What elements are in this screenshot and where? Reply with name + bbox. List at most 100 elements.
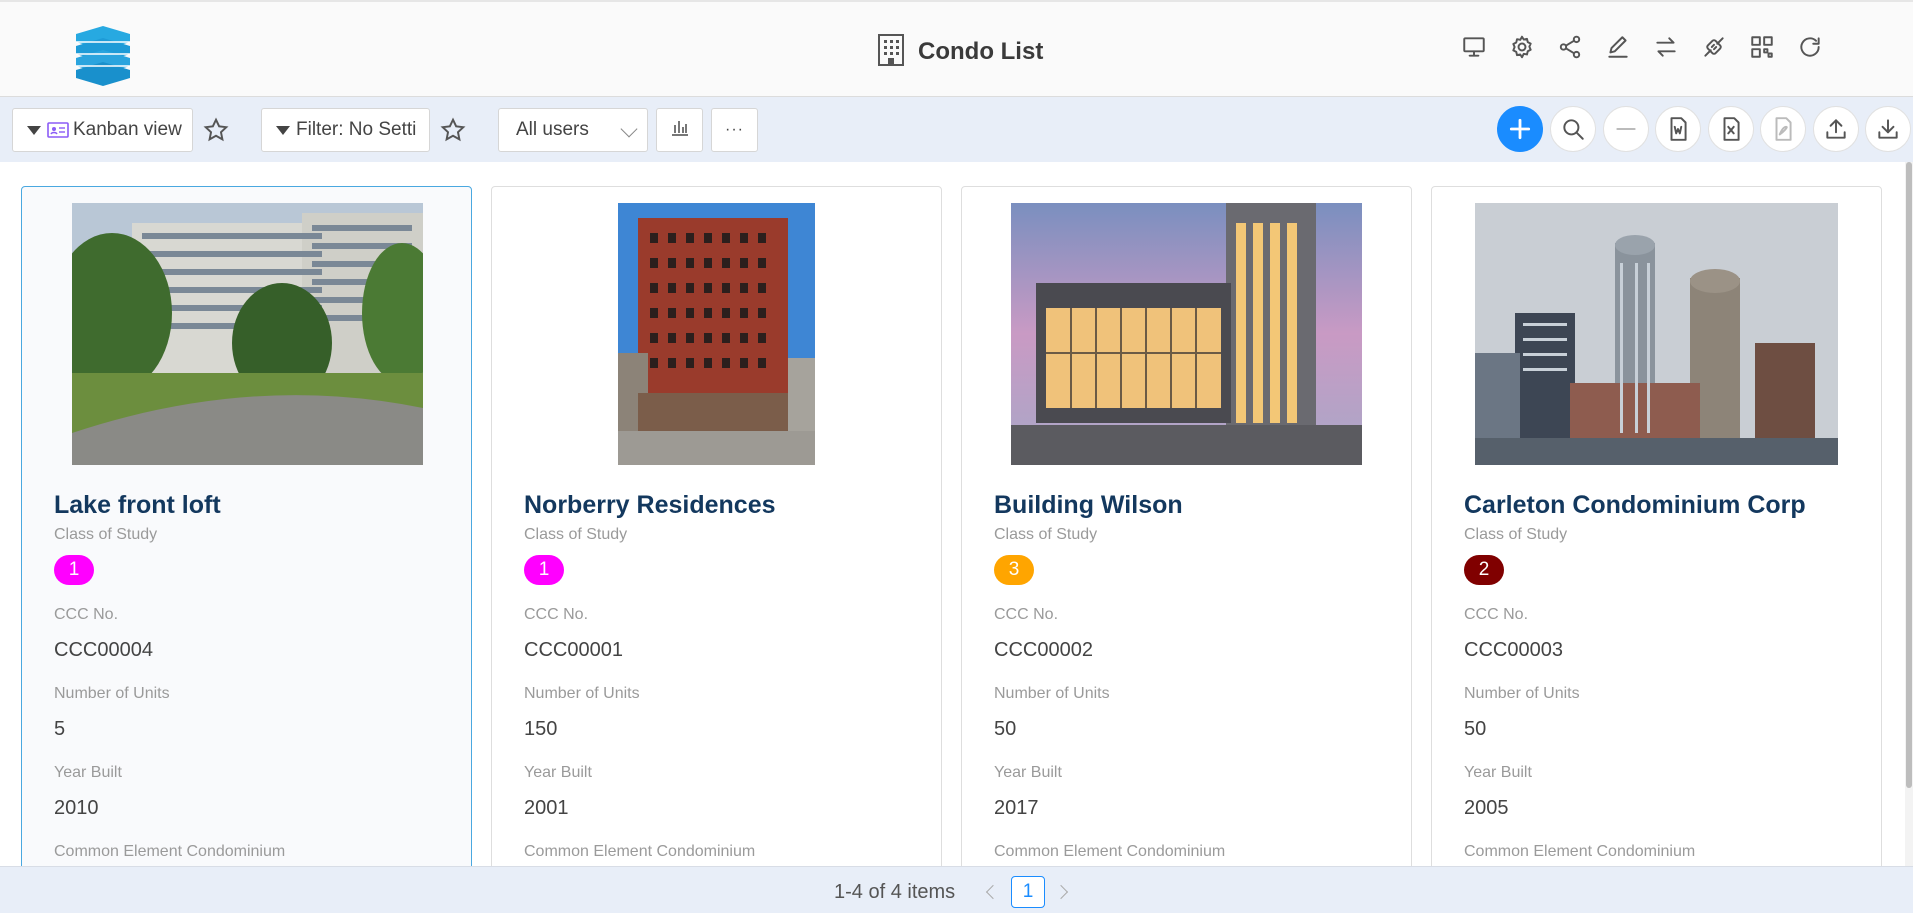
plus-icon [1509, 118, 1531, 140]
chevron-left-icon[interactable] [985, 884, 1001, 900]
ccc-no-label: CCC No. [994, 606, 1059, 623]
common-element-label: Common Element Condominium [994, 843, 1226, 860]
chart-button[interactable] [656, 108, 703, 152]
pagination-summary: 1-4 of 4 items [834, 881, 956, 903]
star-icon[interactable] [203, 117, 229, 143]
ccc-no-value: CCC00001 [524, 639, 623, 661]
pagination-bar: 1-4 of 4 items 1 [0, 866, 1913, 913]
card-title[interactable]: Lake front loft [54, 491, 221, 520]
export-word-button[interactable] [1655, 106, 1701, 152]
condo-photo [72, 203, 423, 465]
year-built-label: Year Built [54, 764, 122, 781]
share-icon[interactable] [1555, 32, 1585, 62]
add-button[interactable] [1497, 106, 1543, 152]
bar-chart-icon [670, 117, 690, 143]
chevron-right-icon[interactable] [1053, 884, 1069, 900]
class-of-study-label: Class of Study [994, 526, 1098, 543]
ccc-no-value: CCC00004 [54, 639, 153, 661]
export-excel-button[interactable] [1708, 106, 1754, 152]
units-label: Number of Units [524, 685, 640, 702]
units-label: Number of Units [1464, 685, 1580, 702]
condo-card[interactable]: Building Wilson Class of Study 3 CCC No.… [961, 186, 1412, 866]
ccc-no-value: CCC00003 [1464, 639, 1563, 661]
caret-down-icon [27, 125, 41, 135]
condo-photo [1475, 203, 1838, 465]
year-built-label: Year Built [994, 764, 1062, 781]
monitor-icon[interactable] [1459, 32, 1489, 62]
ccc-no-label: CCC No. [54, 606, 119, 623]
condo-photo [618, 203, 815, 465]
class-of-study-label: Class of Study [1464, 526, 1568, 543]
class-of-study-badge: 3 [994, 555, 1034, 585]
caret-down-icon [276, 125, 290, 135]
header-actions [1459, 32, 1825, 62]
class-of-study-badge: 1 [524, 555, 564, 585]
units-value: 150 [524, 718, 558, 740]
edit-icon[interactable] [1603, 32, 1633, 62]
ccc-no-label: CCC No. [1464, 606, 1529, 623]
building-icon [876, 33, 906, 72]
condo-card[interactable]: Norberry Residences Class of Study 1 CCC… [491, 186, 942, 866]
year-built-value: 2010 [54, 797, 99, 819]
upload-button[interactable] [1813, 106, 1859, 152]
ccc-no-value: CCC00002 [994, 639, 1093, 661]
upload-icon [1826, 119, 1846, 139]
units-value: 50 [1464, 718, 1487, 740]
year-built-value: 2017 [994, 797, 1039, 819]
refresh-icon[interactable] [1795, 32, 1825, 62]
condo-card[interactable]: Lake front loft Class of Study 1 CCC No.… [21, 186, 472, 866]
users-select-value: All users [516, 119, 589, 140]
common-element-label: Common Element Condominium [54, 843, 286, 860]
card-title[interactable]: Building Wilson [994, 491, 1183, 520]
units-value: 50 [994, 718, 1017, 740]
year-built-value: 2001 [524, 797, 569, 819]
class-of-study-label: Class of Study [524, 526, 628, 543]
plug-icon[interactable] [1699, 32, 1729, 62]
app-header: Condo List [0, 0, 1913, 97]
filter-selector[interactable]: Filter: No Setti [261, 108, 430, 152]
excel-file-icon [1723, 117, 1740, 141]
vertical-scrollbar[interactable] [1905, 162, 1913, 866]
year-built-value: 2005 [1464, 797, 1509, 819]
card-title[interactable]: Carleton Condominium Corp [1464, 491, 1806, 520]
pdf-file-icon [1775, 117, 1792, 141]
remove-button[interactable] [1603, 106, 1649, 152]
card-title[interactable]: Norberry Residences [524, 491, 776, 520]
units-label: Number of Units [54, 685, 170, 702]
kanban-board: Lake front loft Class of Study 1 CCC No.… [0, 162, 1905, 866]
chevron-down-icon [620, 120, 638, 138]
qr-code-icon[interactable] [1747, 32, 1777, 62]
word-file-icon [1670, 117, 1687, 141]
year-built-label: Year Built [1464, 764, 1532, 781]
condo-card[interactable]: Carleton Condominium Corp Class of Study… [1431, 186, 1882, 866]
search-button[interactable] [1550, 106, 1596, 152]
class-of-study-label: Class of Study [54, 526, 158, 543]
filter-label: Filter: No Setti [296, 119, 417, 140]
page-title-group: Condo List [876, 32, 1043, 72]
gear-icon[interactable] [1507, 32, 1537, 62]
common-element-label: Common Element Condominium [524, 843, 756, 860]
class-of-study-badge: 1 [54, 555, 94, 585]
app-logo[interactable] [72, 26, 134, 86]
view-selector[interactable]: Kanban view [12, 108, 193, 152]
condo-photo [1011, 203, 1362, 465]
scrollbar-thumb[interactable] [1906, 162, 1912, 788]
view-label: Kanban view [73, 119, 182, 140]
more-button[interactable]: ··· [711, 108, 758, 152]
users-select[interactable]: All users [498, 108, 648, 152]
class-of-study-badge: 2 [1464, 555, 1504, 585]
ccc-no-label: CCC No. [524, 606, 589, 623]
swap-icon[interactable] [1651, 32, 1681, 62]
minus-icon [1616, 128, 1636, 130]
more-label: ··· [725, 121, 744, 138]
contact-card-icon [47, 122, 69, 138]
download-button[interactable] [1865, 106, 1911, 152]
export-pdf-button[interactable] [1760, 106, 1806, 152]
download-icon [1878, 119, 1898, 139]
year-built-label: Year Built [524, 764, 592, 781]
common-element-label: Common Element Condominium [1464, 843, 1696, 860]
units-value: 5 [54, 718, 66, 740]
page-number-button[interactable]: 1 [1011, 876, 1045, 908]
star-icon[interactable] [440, 117, 466, 143]
units-label: Number of Units [994, 685, 1110, 702]
